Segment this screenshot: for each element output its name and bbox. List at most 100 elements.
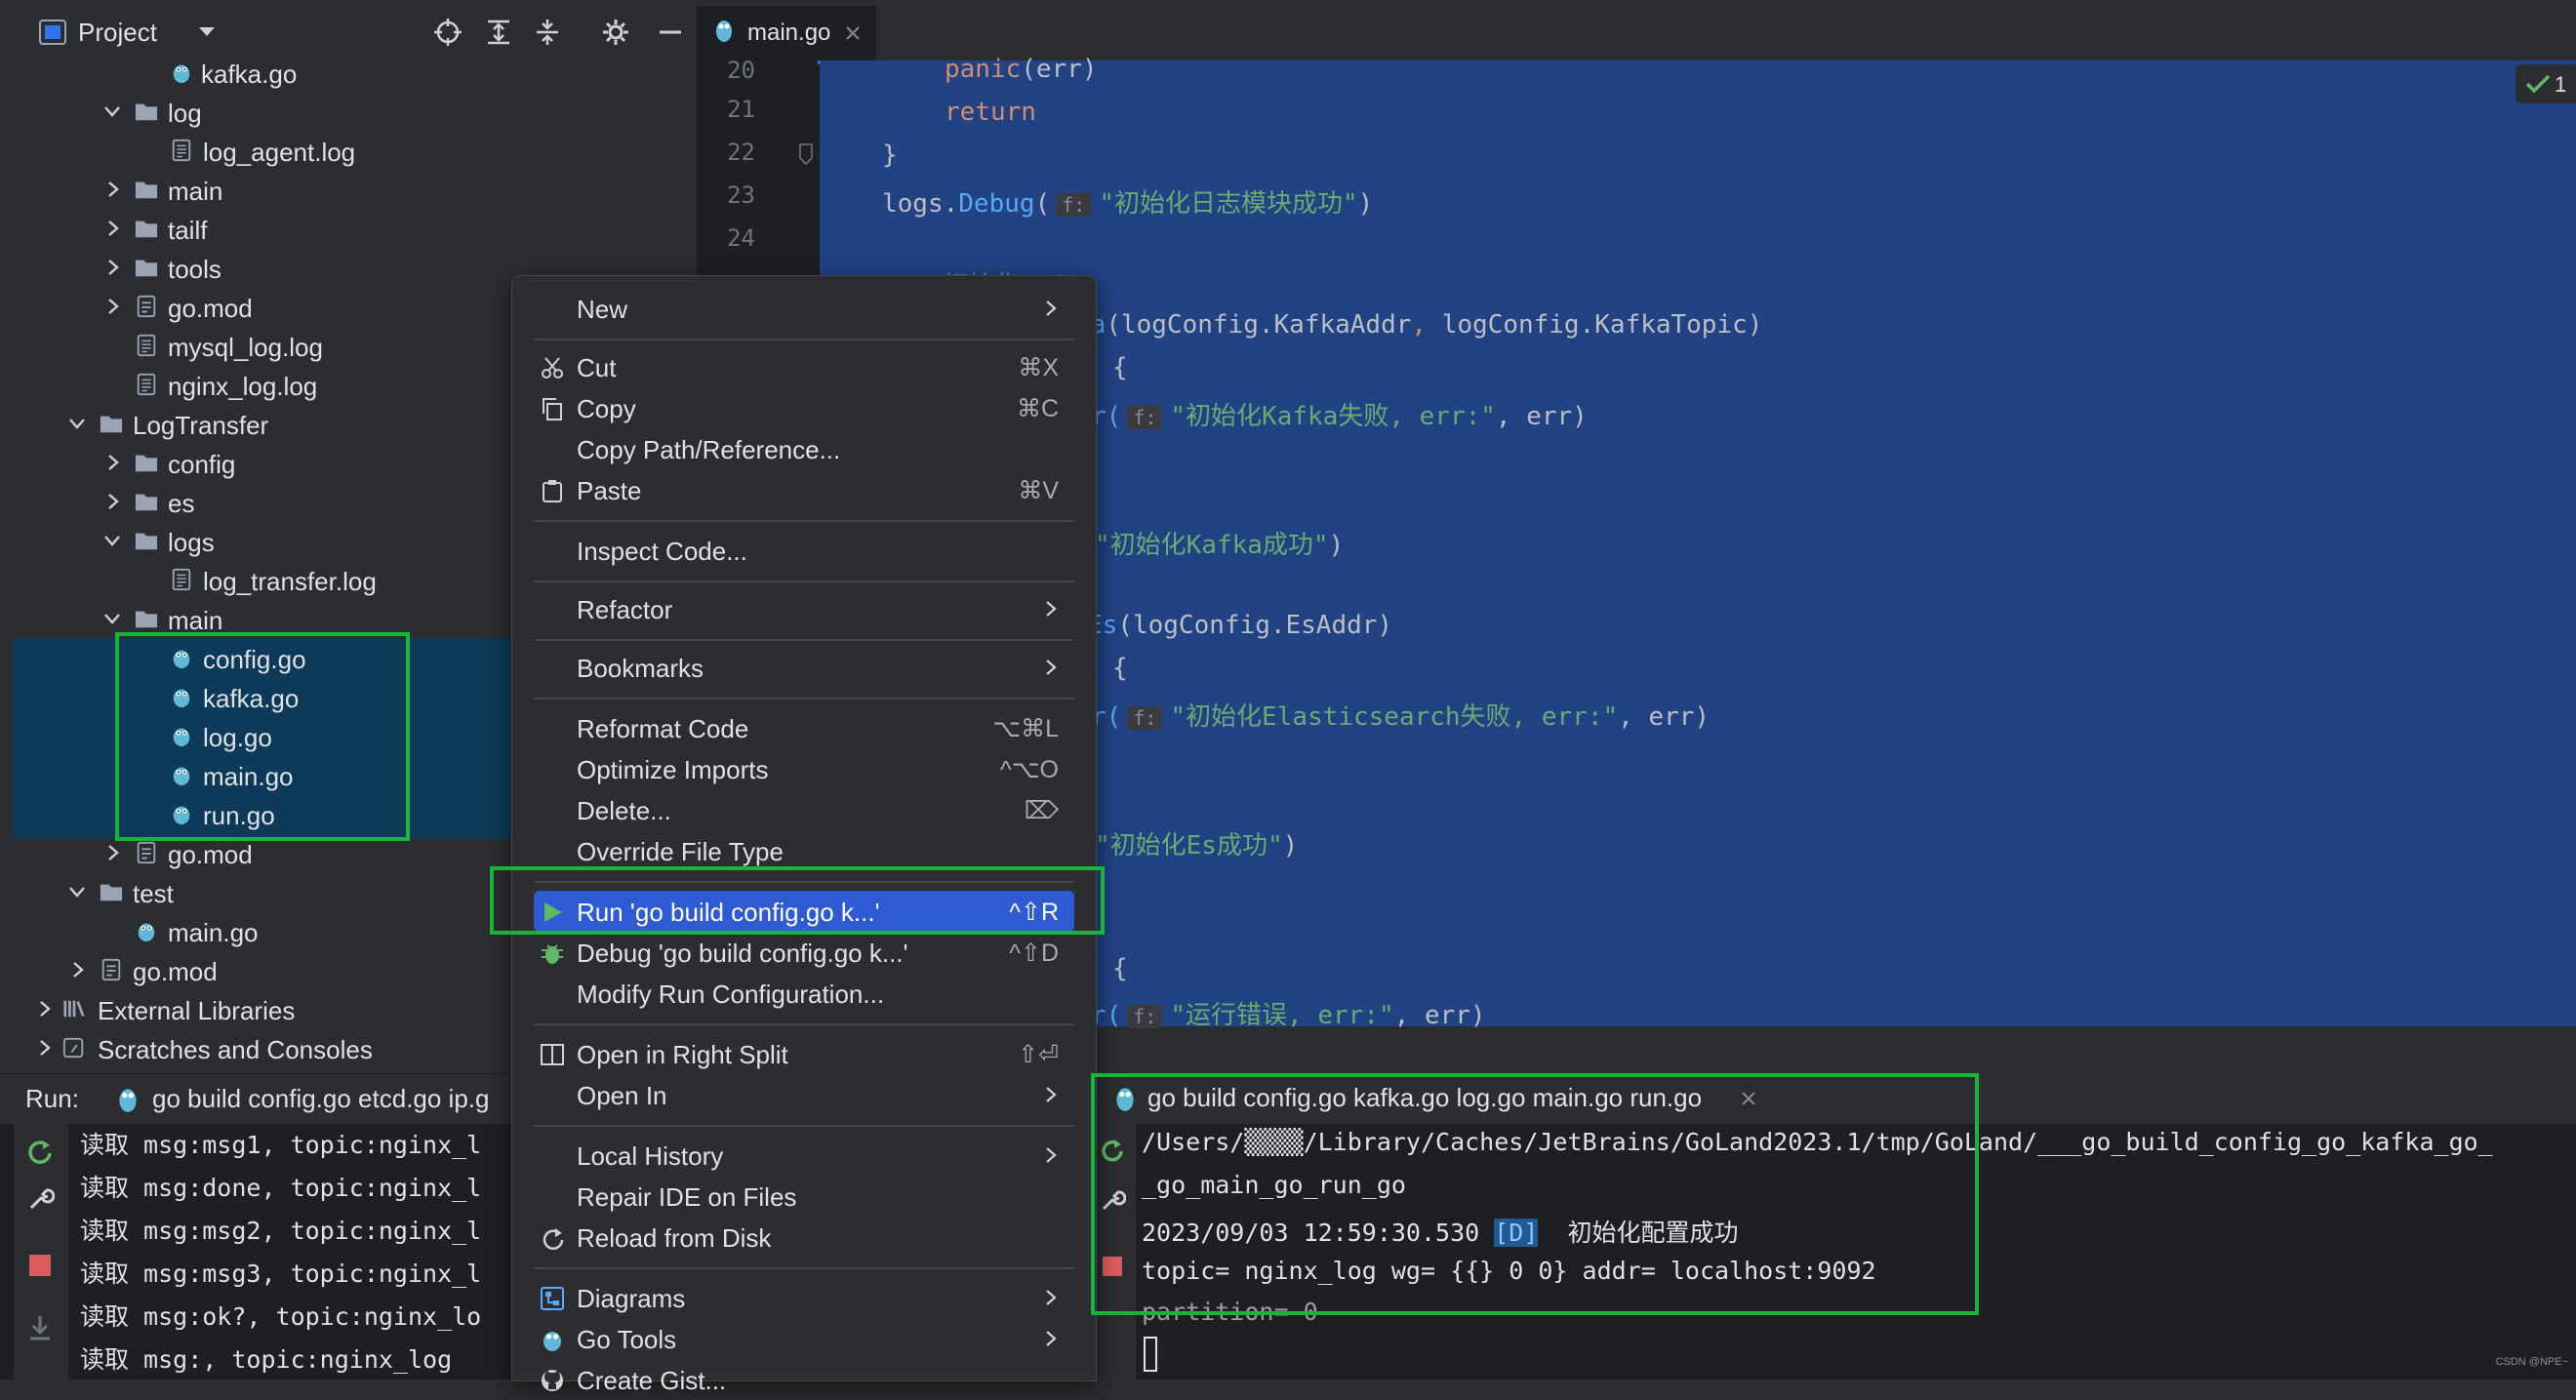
close-icon[interactable] [1741, 1091, 1756, 1106]
chevron-right-icon[interactable] [33, 998, 55, 1020]
menu-item-inspect-code[interactable]: Inspect Code... [534, 530, 1074, 571]
menu-item-delete[interactable]: Delete... ⌦ [534, 789, 1074, 830]
menu-item-repair-ide-on-files[interactable]: Repair IDE on Files [534, 1176, 1074, 1217]
tree-item[interactable]: main [14, 170, 697, 209]
menu-item-reload-from-disk[interactable]: Reload from Disk [534, 1217, 1074, 1258]
chevron-down-icon[interactable] [66, 881, 88, 902]
menu-item-cut[interactable]: Cut ⌘X [534, 346, 1074, 387]
menu-shortcut: ⌥⌘L [992, 715, 1059, 742]
menu-item-override-file-type[interactable]: Override File Type [534, 830, 1074, 871]
chevron-down-icon[interactable] [101, 608, 123, 629]
tree-item[interactable]: tailf [14, 209, 697, 248]
chevron-right-icon[interactable] [101, 842, 123, 863]
tab-main-go[interactable]: main.go [697, 6, 876, 64]
chevron-right-icon[interactable] [101, 491, 123, 512]
wrench-icon[interactable] [25, 1184, 55, 1214]
menu-item-label: Copy [577, 394, 636, 423]
menu-item-local-history[interactable]: Local History [534, 1135, 1074, 1176]
run-tab-right[interactable]: go build config.go kafka.go log.go main.… [1091, 1073, 2576, 1124]
text-file-icon [172, 568, 191, 591]
run-tab-left[interactable]: go build config.go etcd.go ip.g [107, 1078, 527, 1123]
expand-all-icon[interactable] [484, 18, 513, 47]
menu-item-create-gist[interactable]: Create Gist... [534, 1359, 1074, 1400]
chevron-right-icon[interactable] [101, 179, 123, 200]
folder-icon [135, 494, 158, 511]
chevron-right-icon [1046, 1290, 1057, 1305]
collapse-all-icon[interactable] [533, 18, 562, 47]
rerun-icon[interactable] [1099, 1138, 1126, 1165]
stop-icon[interactable] [1101, 1255, 1124, 1278]
close-icon[interactable] [845, 25, 861, 41]
tree-item[interactable]: log [14, 92, 697, 131]
menu-item-run-go-build-config-go-k[interactable]: Run 'go build config.go k...' ^⇧R [534, 891, 1074, 932]
console-line: 读取 msg:msg3, topic:nginx_l [80, 1260, 482, 1288]
menu-item-open-in[interactable]: Open In [534, 1074, 1074, 1115]
tree-item-label: logs [168, 528, 215, 557]
tree-item[interactable]: log_agent.log [14, 131, 697, 170]
inspection-count: 1 [2555, 72, 2567, 97]
fold-marker-icon[interactable] [798, 142, 814, 166]
chevron-right-icon[interactable] [101, 452, 123, 473]
rerun-icon[interactable] [25, 1138, 55, 1167]
chevron-down-icon[interactable] [101, 530, 123, 551]
menu-item-optimize-imports[interactable]: Optimize Imports ^⌥O [534, 748, 1074, 789]
menu-item-bookmarks[interactable]: Bookmarks [534, 647, 1074, 688]
menu-item-copy[interactable]: Copy ⌘C [534, 387, 1074, 428]
menu-item-label: Bookmarks [577, 654, 704, 683]
chevron-right-icon[interactable] [101, 218, 123, 239]
chevron-right-icon[interactable] [33, 1037, 55, 1059]
menu-item-copy-path-reference[interactable]: Copy Path/Reference... [534, 428, 1074, 469]
folder-icon [135, 533, 158, 550]
chevron-down-icon[interactable] [101, 100, 123, 122]
menu-separator [534, 698, 1074, 700]
go-run-icon [1116, 1088, 1134, 1111]
menu-item-reformat-code[interactable]: Reformat Code ⌥⌘L [534, 707, 1074, 748]
menu-item-new[interactable]: New [534, 288, 1074, 329]
run-tab-left-label: go build config.go etcd.go ip.g [152, 1084, 490, 1113]
tree-item-label: Scratches and Consoles [98, 1035, 373, 1064]
text-file-icon [172, 139, 191, 162]
tree-item-label: main [168, 606, 223, 635]
chevron-right-icon[interactable] [101, 296, 123, 317]
menu-item-go-tools[interactable]: Go Tools [534, 1318, 1074, 1359]
chevron-right-icon[interactable] [101, 257, 123, 278]
locate-icon[interactable] [433, 18, 463, 47]
menu-item-diagrams[interactable]: Diagrams [534, 1277, 1074, 1318]
minimize-icon[interactable] [656, 18, 685, 47]
project-window-icon[interactable] [39, 20, 66, 45]
tree-item[interactable]: kafka.go [14, 53, 697, 92]
go-run-icon [119, 1089, 137, 1112]
text-file-icon [137, 373, 156, 396]
chevron-down-icon[interactable] [66, 413, 88, 434]
menu-item-debug-go-build-config-go-k[interactable]: Debug 'go build config.go k...' ^⇧D [534, 932, 1074, 973]
run-icon [544, 902, 562, 922]
menu-item-open-in-right-split[interactable]: Open in Right Split ⇧⏎ [534, 1033, 1074, 1074]
line-number: 24 [727, 224, 755, 252]
project-title[interactable]: Project [78, 18, 157, 48]
code-line-22: } [882, 140, 898, 170]
tree-item-label: mysql_log.log [168, 333, 323, 362]
chevron-right-icon[interactable] [66, 959, 88, 980]
code-token: , err) [1393, 1001, 1486, 1030]
go-file-icon [173, 64, 190, 84]
menu-item-paste[interactable]: Paste ⌘V [534, 469, 1074, 510]
code-string: "初始化Kafka失败, err:" [1170, 402, 1496, 431]
chevron-down-icon[interactable] [197, 25, 217, 39]
inspection-badge[interactable]: 1 [2516, 64, 2576, 103]
editor-tab-bar: main.go [697, 0, 2576, 64]
tree-item-label: External Libraries [98, 996, 296, 1025]
stop-icon[interactable] [27, 1253, 53, 1278]
menu-item-refactor[interactable]: Refactor [534, 588, 1074, 629]
menu-item-modify-run-configuration[interactable]: Modify Run Configuration... [534, 973, 1074, 1014]
menu-separator [534, 639, 1074, 641]
scroll-to-end-icon[interactable] [25, 1313, 55, 1342]
gear-icon[interactable] [601, 18, 630, 47]
diagram-icon [541, 1287, 564, 1310]
console-cursor[interactable] [1144, 1337, 1157, 1372]
menu-item-label: Local History [577, 1141, 724, 1171]
wrench-icon[interactable] [1099, 1186, 1126, 1214]
scissors-icon [542, 357, 563, 379]
tree-item-label: main [168, 177, 223, 206]
tree-item-label: main.go [168, 918, 259, 947]
context-menu: New Cut ⌘X Copy ⌘C Copy Path/Reference... Past… [511, 275, 1097, 1395]
